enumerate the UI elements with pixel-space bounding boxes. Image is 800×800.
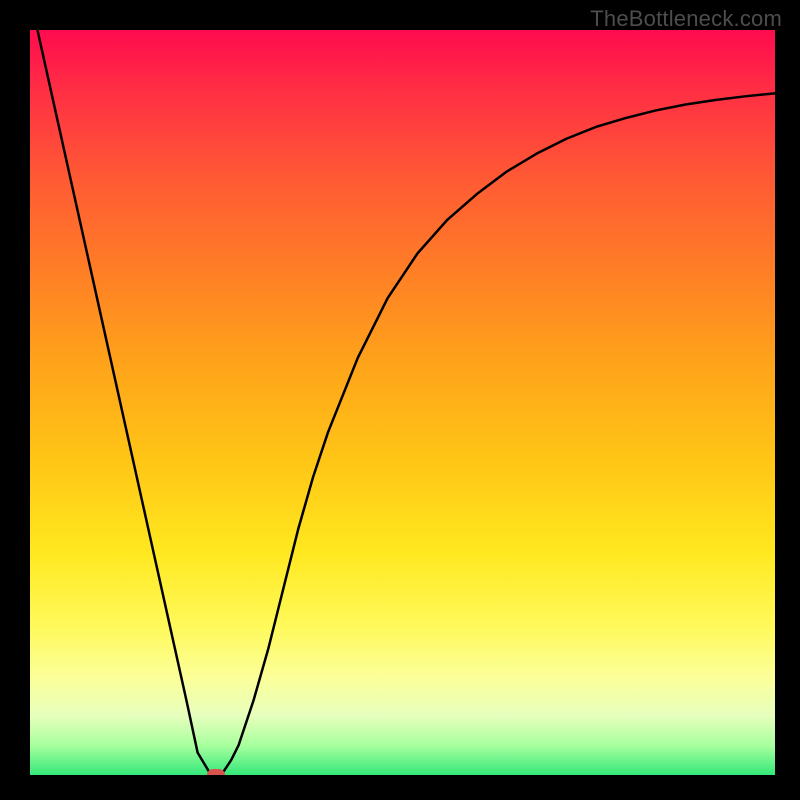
curve-svg <box>30 30 775 775</box>
optimum-marker <box>207 769 225 775</box>
bottleneck-curve <box>37 30 775 775</box>
chart-frame: TheBottleneck.com <box>0 0 800 800</box>
watermark-text: TheBottleneck.com <box>590 6 782 32</box>
plot-area <box>30 30 775 775</box>
